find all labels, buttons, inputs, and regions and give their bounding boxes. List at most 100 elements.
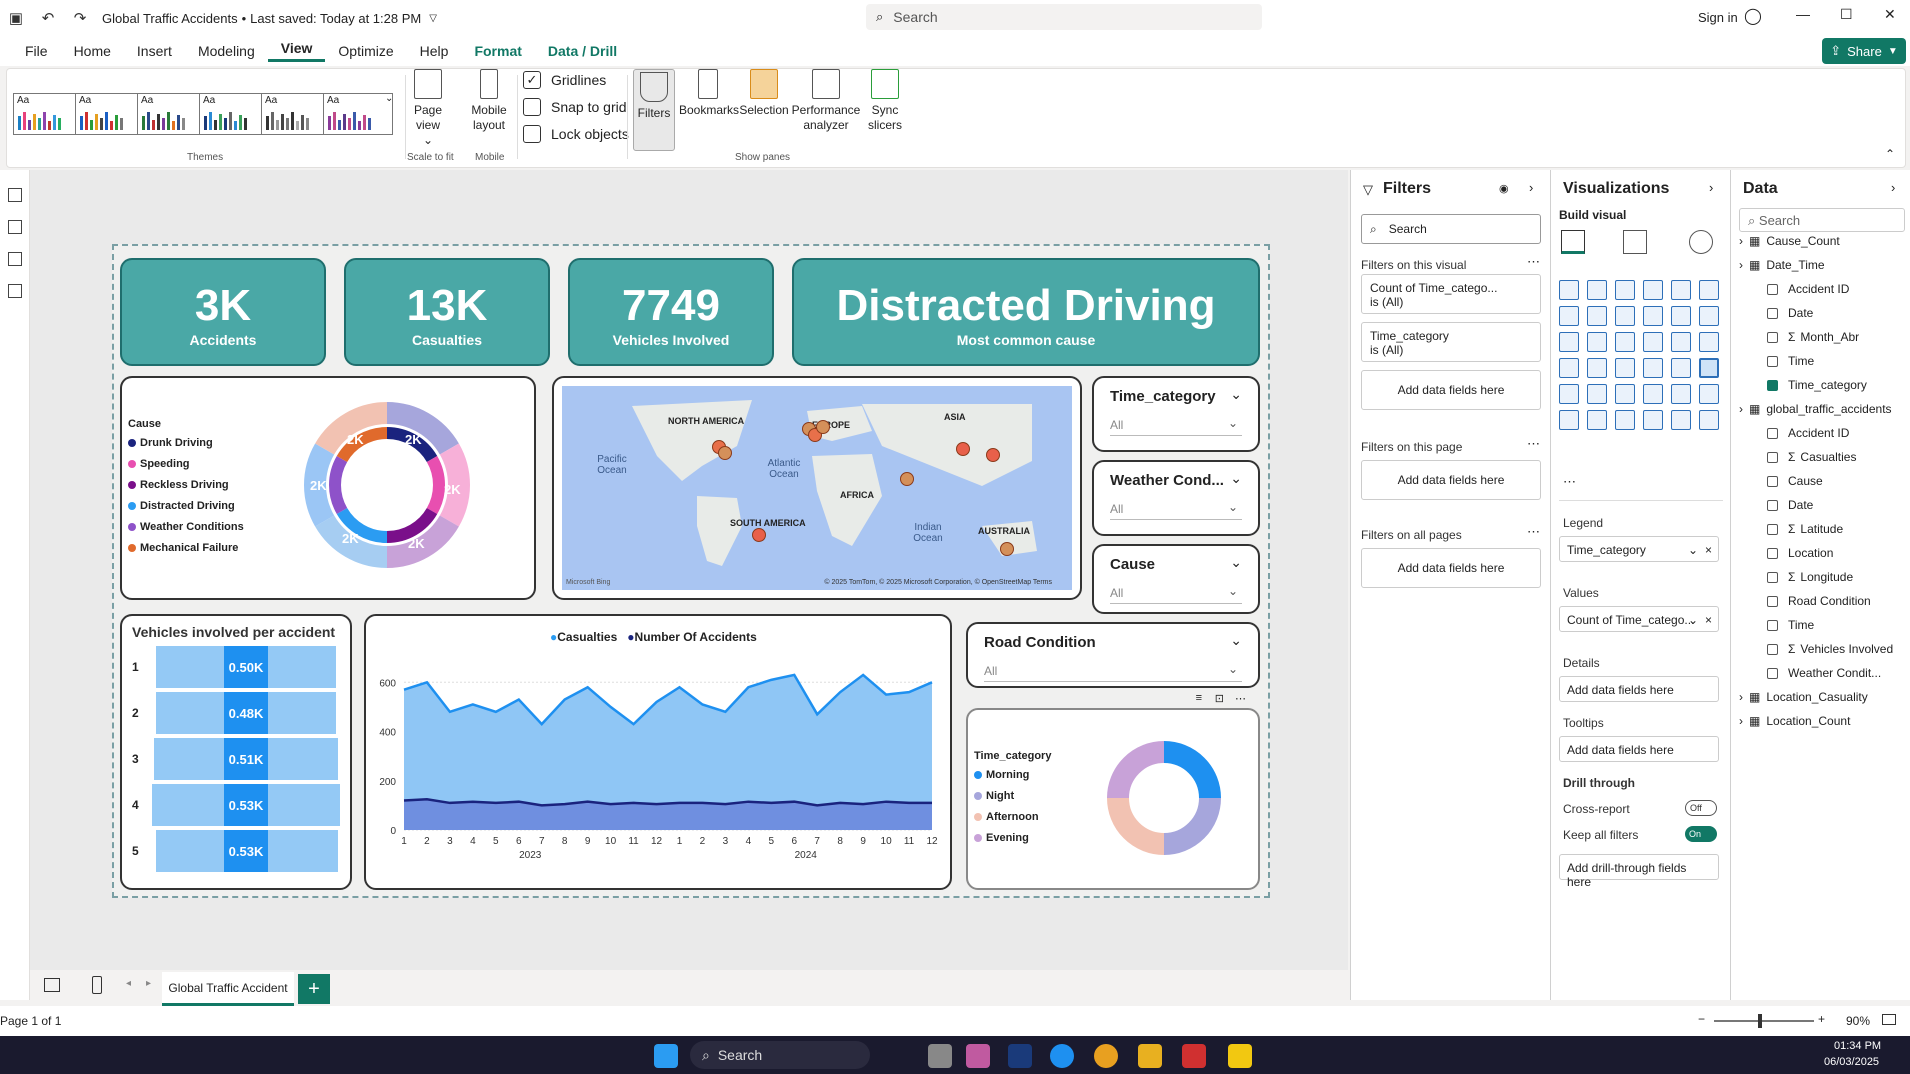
slicer-dropdown[interactable]: All ⌄ (1110, 414, 1242, 436)
mobile-layout-icon[interactable] (92, 976, 102, 994)
kpi-accidents[interactable]: 3K Accidents (120, 258, 326, 366)
redo-icon[interactable]: ↷ (64, 9, 96, 27)
data-field-item[interactable]: Σ Latitude (1767, 522, 1843, 536)
map-bubble[interactable] (752, 528, 766, 542)
visual-type-icon[interactable] (1671, 358, 1691, 378)
visual-type-icon[interactable] (1699, 384, 1719, 404)
visual-type-icon[interactable] (1643, 280, 1663, 300)
legend-item[interactable]: Afternoon (974, 811, 1051, 823)
visual-type-icon[interactable] (1559, 358, 1579, 378)
data-field-item[interactable]: Σ Casualties (1767, 450, 1856, 464)
visual-type-icon[interactable] (1699, 410, 1719, 430)
dax-query-icon[interactable] (7, 284, 22, 298)
data-field-item[interactable]: Date (1767, 498, 1813, 512)
menu-insert[interactable]: Insert (124, 43, 185, 59)
data-field-item[interactable]: Time (1767, 354, 1814, 368)
windows-start-icon[interactable] (654, 1044, 678, 1068)
chrome-icon[interactable] (1094, 1044, 1118, 1068)
filters-search-input[interactable]: ⌕ Search (1361, 214, 1541, 244)
photoshop-icon[interactable] (1008, 1044, 1032, 1068)
zoom-in-icon[interactable]: + (1818, 1012, 1825, 1026)
theme-swatch[interactable]: Aa (323, 93, 393, 135)
visual-type-icon[interactable] (1587, 410, 1607, 430)
data-table-item[interactable]: › ▦ global_traffic_accidents (1739, 402, 1892, 416)
visual-type-icon[interactable] (1643, 306, 1663, 326)
theme-swatch[interactable]: Aa (75, 93, 145, 135)
scroll-right-icon[interactable]: ▸ (146, 978, 151, 989)
visual-type-icon[interactable] (1559, 306, 1579, 326)
table-view-icon[interactable] (7, 220, 22, 234)
page-tab[interactable]: Global Traffic Accident (162, 972, 294, 1006)
visual-type-icon[interactable] (1615, 384, 1635, 404)
map-credit[interactable]: © 2025 TomTom, © 2025 Microsoft Corporat… (824, 579, 1052, 586)
keep-filters-toggle[interactable]: On (1685, 826, 1717, 842)
details-well[interactable]: Add data fields here (1559, 676, 1719, 702)
time-category-donut-card[interactable]: ≡ ⊡ ⋯ Time_category Morning Night Aftern… (966, 692, 1260, 890)
slicer-dropdown[interactable]: All ⌄ (984, 660, 1242, 682)
visual-type-icon[interactable] (1559, 384, 1579, 404)
theme-swatch[interactable]: Aa (261, 93, 331, 135)
kpi-vehicles[interactable]: 7749 Vehicles Involved (568, 258, 774, 366)
menu-optimize[interactable]: Optimize (325, 43, 406, 59)
data-table-item[interactable]: › ▦ Cause_Count (1739, 234, 1840, 248)
cross-report-toggle[interactable]: Off (1685, 800, 1717, 816)
legend-item[interactable]: Morning (974, 769, 1051, 781)
values-well[interactable]: Count of Time_catego... ⌄ × (1559, 606, 1719, 632)
visual-type-icon[interactable] (1615, 410, 1635, 430)
data-field-item[interactable]: Σ Vehicles Involved (1767, 642, 1893, 656)
data-table-item[interactable]: › ▦ Location_Casuality (1739, 690, 1868, 704)
kpi-common-cause[interactable]: Distracted Driving Most common cause (792, 258, 1260, 366)
filters-pane-button[interactable]: Filters (633, 69, 675, 151)
search-box[interactable]: ⌕ Search (866, 4, 1262, 30)
remove-field-icon[interactable]: × (1705, 543, 1712, 557)
task-view-icon[interactable] (928, 1044, 952, 1068)
file-explorer-icon[interactable] (1138, 1044, 1162, 1068)
legend-item[interactable]: Evening (974, 832, 1051, 844)
add-page-button[interactable]: + (298, 974, 330, 1004)
data-field-item[interactable]: Σ Month_Abr (1767, 330, 1859, 344)
filter-card[interactable]: Time_category is (All) (1361, 322, 1541, 362)
more-options-icon[interactable]: ⋯ (1235, 692, 1246, 705)
tooltips-well[interactable]: Add data fields here (1559, 736, 1719, 762)
share-button[interactable]: ⇪ Share ▼ (1822, 38, 1906, 64)
data-field-item[interactable]: Accident ID (1767, 282, 1849, 296)
slicer-dropdown[interactable]: All ⌄ (1110, 498, 1242, 520)
edge-icon[interactable] (1050, 1044, 1074, 1068)
map-bubble[interactable] (956, 442, 970, 456)
visual-type-icon[interactable] (1587, 384, 1607, 404)
data-table-item[interactable]: › ▦ Location_Count (1739, 714, 1850, 728)
zoom-level[interactable]: 90% (1846, 1014, 1870, 1028)
format-visual-icon[interactable] (1623, 230, 1647, 254)
data-field-item[interactable]: Cause (1767, 474, 1823, 488)
close-icon[interactable]: ✕ (1884, 6, 1896, 23)
drill-through-well[interactable]: Add drill-through fields here (1559, 854, 1719, 889)
time-donut-chart[interactable] (1102, 736, 1226, 860)
desktop-layout-icon[interactable] (44, 978, 60, 992)
slicer-dropdown[interactable]: All ⌄ (1110, 582, 1242, 604)
kpi-casualties[interactable]: 13K Casualties (344, 258, 550, 366)
menu-view[interactable]: View (267, 40, 326, 62)
data-table-item[interactable]: › ▦ Date_Time (1739, 258, 1825, 272)
theme-swatch[interactable]: Aa (13, 93, 83, 135)
menu-file[interactable]: File (12, 43, 61, 59)
visual-type-icon[interactable] (1699, 358, 1719, 378)
menu-home[interactable]: Home (61, 43, 124, 59)
visual-type-icon[interactable] (1587, 306, 1607, 326)
lock-objects-checkbox[interactable]: Lock objects (523, 125, 629, 143)
data-field-item[interactable]: Location (1767, 546, 1833, 560)
menu-data-drill[interactable]: Data / Drill (535, 43, 630, 59)
maximize-icon[interactable]: ☐ (1840, 6, 1853, 23)
map-card[interactable]: NORTH AMERICA EUROPE ASIA AFRICA SOUTH A… (552, 376, 1082, 600)
more-options-icon[interactable]: ⋯ (1527, 524, 1540, 540)
chevron-down-icon[interactable]: ⌄ (385, 93, 393, 104)
performance-analyzer-button[interactable]: Performance analyzer (791, 69, 861, 133)
eye-icon[interactable]: ◉ (1499, 182, 1509, 195)
chevron-down-icon[interactable]: ⌄ (1230, 386, 1242, 403)
collapse-pane-icon[interactable]: › (1529, 180, 1533, 195)
chevron-down-icon[interactable]: ⌄ (1230, 470, 1242, 487)
world-map[interactable]: NORTH AMERICA EUROPE ASIA AFRICA SOUTH A… (562, 386, 1072, 590)
map-bubble[interactable] (1000, 542, 1014, 556)
visual-type-icon[interactable] (1559, 410, 1579, 430)
bar-row[interactable]: 0.53K (152, 784, 340, 826)
visual-type-icon[interactable] (1671, 306, 1691, 326)
